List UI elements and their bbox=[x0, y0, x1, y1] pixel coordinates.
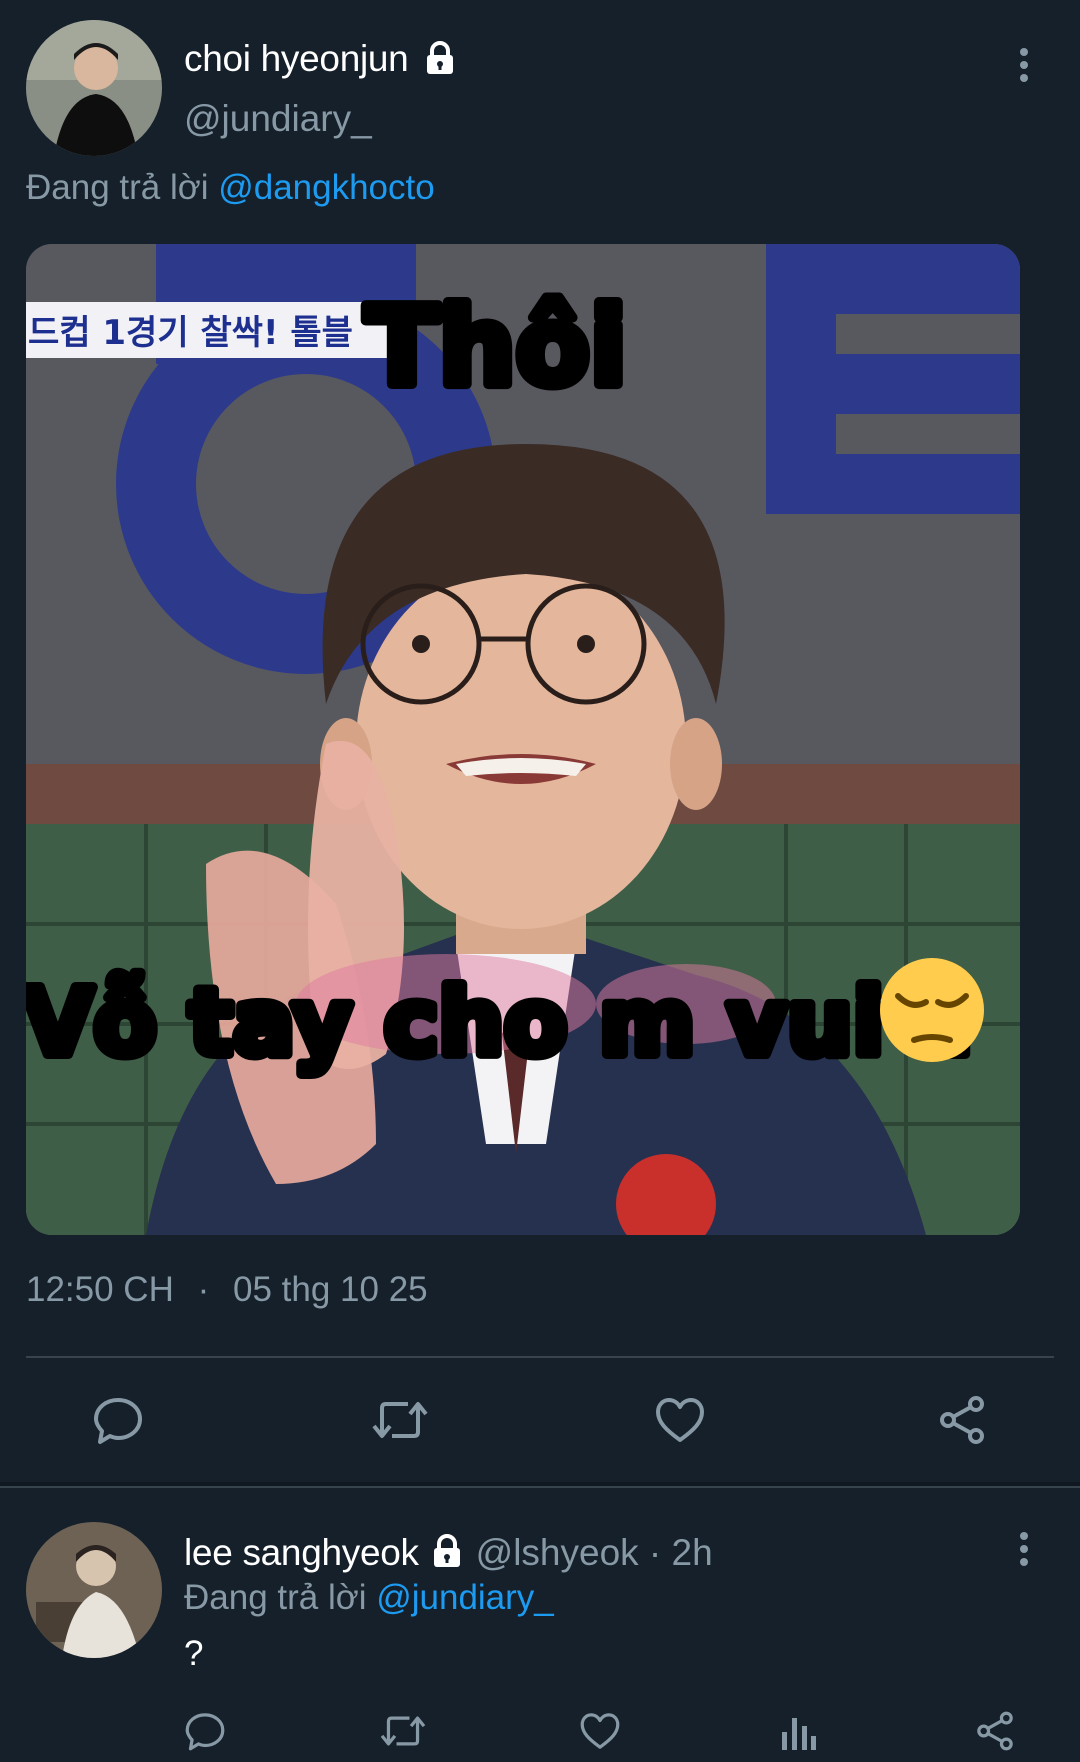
share-icon[interactable] bbox=[974, 1710, 1016, 1752]
retweet-icon[interactable] bbox=[372, 1394, 428, 1446]
author-handle[interactable]: @jundiary_ bbox=[184, 98, 372, 140]
lock-icon bbox=[422, 40, 458, 81]
reply-text: ? bbox=[184, 1634, 204, 1673]
divider bbox=[26, 1356, 1054, 1358]
reply-to-link[interactable]: @dangkhocto bbox=[218, 168, 435, 207]
tweet-date: 05 thg 10 25 bbox=[233, 1270, 428, 1309]
author-avatar[interactable] bbox=[26, 20, 162, 156]
tweet-time: 12:50 CH bbox=[26, 1270, 174, 1309]
tweet-timestamp: 12:50 CH · 05 thg 10 25 bbox=[26, 1270, 428, 1310]
reply-header: lee sanghyeok @lshyeok · 2h bbox=[184, 1532, 713, 1574]
reply-author-name[interactable]: lee sanghyeok bbox=[184, 1532, 419, 1573]
retweet-icon[interactable] bbox=[380, 1710, 426, 1752]
author-name[interactable]: choi hyeonjun bbox=[184, 38, 409, 80]
reply-handle-time[interactable]: @lshyeok · 2h bbox=[476, 1532, 713, 1573]
meme-bottom-text: Vỗ tay cho m vui z bbox=[26, 969, 970, 1076]
heart-icon[interactable] bbox=[579, 1710, 621, 1752]
heart-icon[interactable] bbox=[654, 1394, 706, 1446]
tweet-media-image[interactable]: 드컵 1경기 찰싹! 톨블 Thôi Vỗ tay cho m vui z bbox=[26, 244, 1020, 1235]
divider bbox=[0, 1486, 1080, 1488]
reply-context: Đang trả lời @dangkhocto bbox=[26, 168, 435, 208]
reply-author-avatar[interactable] bbox=[26, 1522, 162, 1658]
more-vertical-icon[interactable] bbox=[1014, 1530, 1034, 1575]
timestamp-separator: · bbox=[197, 1270, 210, 1309]
reply-prefix: Đang trả lời bbox=[26, 168, 209, 207]
stats-icon[interactable] bbox=[778, 1712, 818, 1752]
reply-icon[interactable] bbox=[184, 1710, 226, 1752]
more-vertical-icon[interactable] bbox=[1014, 46, 1034, 91]
reply-prefix: Đang trả lời bbox=[184, 1578, 367, 1617]
share-icon[interactable] bbox=[936, 1394, 988, 1446]
meme-top-text: Thôi bbox=[365, 285, 627, 410]
reply-icon[interactable] bbox=[92, 1394, 144, 1446]
reply-context: Đang trả lời @jundiary_ bbox=[184, 1578, 554, 1618]
banner-text: 드컵 1경기 찰싹! 톨블 bbox=[28, 313, 353, 353]
pensive-emoji-icon bbox=[880, 958, 984, 1062]
reply-to-link[interactable]: @jundiary_ bbox=[376, 1578, 554, 1617]
lock-icon bbox=[434, 1534, 461, 1567]
